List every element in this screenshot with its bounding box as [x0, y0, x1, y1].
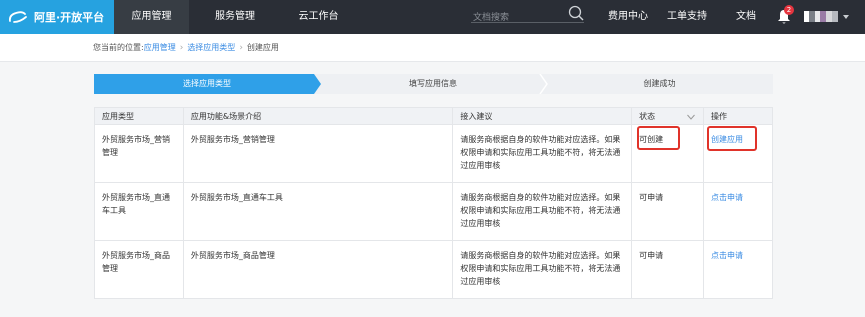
cell-access-advice: 请服务商根据自身的软件功能对应选择。如果权限申请和实际应用工具功能不符，将无法通… — [452, 240, 633, 299]
breadcrumb-separator-icon: › — [239, 42, 243, 53]
search-icon[interactable] — [568, 5, 584, 21]
cell-status: 可申请 — [631, 182, 705, 241]
top-navbar: 阿里·开放平台 应用管理 服务管理 云工作台 费用中心 工单支持 文档 2 — [0, 0, 865, 34]
table-row: 外贸服务市场_直通车工具 外贸服务市场_直通车工具 请服务商根据自身的软件功能对… — [94, 182, 773, 241]
progress-steps: 选择应用类型 填写应用信息 创建成功 — [94, 74, 773, 94]
breadcrumb-select-app-type[interactable]: 选择应用类型 — [187, 42, 235, 53]
logo-text: 阿里·开放平台 — [34, 11, 105, 24]
cell-app-type: 外贸服务市场_营销管理 — [94, 124, 184, 183]
cell-app-intro: 外贸服务市场_商品管理 — [182, 240, 454, 299]
col-status[interactable]: 状态 — [631, 107, 705, 125]
doc-search-input[interactable] — [471, 9, 563, 27]
cell-app-intro: 外贸服务市场_营销管理 — [182, 124, 454, 183]
col-action: 操作 — [703, 107, 773, 125]
notification-badge: 2 — [784, 5, 794, 15]
doc-search — [471, 5, 584, 27]
breadcrumb-prefix: 您当前的位置: — [93, 43, 144, 52]
col-status-label: 状态 — [639, 111, 656, 121]
nav-docs[interactable]: 文档 — [733, 0, 759, 34]
cell-access-advice: 请服务商根据自身的软件功能对应选择。如果权限申请和实际应用工具功能不符，将无法通… — [452, 182, 633, 241]
logo[interactable]: 阿里·开放平台 — [0, 0, 114, 34]
col-access-advice: 接入建议 — [452, 107, 633, 125]
breadcrumb-separator-icon: › — [179, 42, 184, 53]
table-header-row: 应用类型 应用功能&场景介绍 接入建议 状态 操作 — [94, 107, 773, 125]
nav-billing-center[interactable]: 费用中心 — [604, 0, 652, 34]
nav-ticket-support[interactable]: 工单支持 — [664, 0, 710, 34]
action-highlight-box — [707, 126, 757, 151]
step-select-app-type: 选择应用类型 — [183, 79, 231, 88]
breadcrumb-app-management[interactable]: 应用管理 — [144, 42, 176, 53]
chevron-down-icon[interactable] — [687, 114, 695, 120]
cell-app-type: 外贸服务市场_商品管理 — [94, 240, 184, 299]
step-fill-app-info: 填写应用信息 — [409, 79, 457, 88]
step-create-success: 创建成功 — [643, 79, 676, 88]
cell-access-advice: 请服务商根据自身的软件功能对应选择。如果权限申请和实际应用工具功能不符，将无法通… — [452, 124, 633, 183]
col-app-type: 应用类型 — [94, 107, 184, 125]
col-app-intro: 应用功能&场景介绍 — [182, 107, 454, 125]
user-avatar[interactable] — [804, 11, 838, 22]
alibaba-logo-icon — [8, 11, 27, 23]
apply-link[interactable]: 点击申请 — [711, 193, 743, 202]
user-dropdown-caret-icon[interactable] — [843, 15, 849, 19]
apply-link[interactable]: 点击申请 — [711, 251, 743, 260]
status-highlight-box — [637, 126, 680, 150]
cell-app-type: 外贸服务市场_直通车工具 — [94, 182, 184, 241]
cell-status: 可申请 — [631, 240, 705, 299]
nav-service-management[interactable]: 服务管理 — [189, 0, 281, 34]
breadcrumb: 您当前的位置: 应用管理 › 选择应用类型 › 创建应用 — [0, 34, 865, 62]
nav-app-management[interactable]: 应用管理 — [114, 0, 189, 34]
breadcrumb-create-app: 创建应用 — [246, 43, 279, 52]
nav-cloud-workbench[interactable]: 云工作台 — [281, 0, 356, 34]
cell-app-intro: 外贸服务市场_直通车工具 — [182, 182, 454, 241]
table-row: 外贸服务市场_商品管理 外贸服务市场_商品管理 请服务商根据自身的软件功能对应选… — [94, 240, 773, 299]
